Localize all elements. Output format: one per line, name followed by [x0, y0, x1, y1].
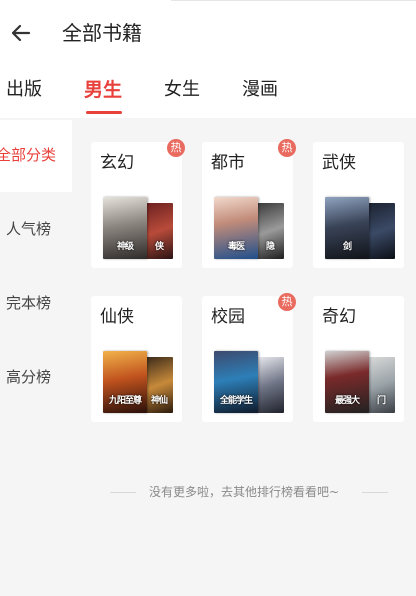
sidebar-item-all-categories[interactable]: 全部分类: [0, 120, 72, 192]
category-card-qihuan[interactable]: 奇幻 门 最强大: [313, 296, 404, 422]
book-cover: 隐: [256, 203, 284, 259]
book-cover: [256, 357, 284, 413]
cover-stack: 侠 神级: [103, 197, 173, 259]
sidebar-item-label: 高分榜: [6, 368, 52, 386]
book-cover: 神仙: [145, 357, 173, 413]
sidebar: 全部分类 人气榜 完本榜 高分榜: [0, 118, 72, 596]
category-name: 都市: [211, 153, 245, 173]
book-cover: 最强大: [325, 351, 369, 413]
hot-badge: 热: [278, 139, 296, 157]
tab-female[interactable]: 女生: [164, 77, 200, 103]
top-divider: [171, 0, 416, 1]
tab-active-indicator: [86, 111, 122, 114]
footer-divider-right: [362, 492, 388, 493]
tab-publish[interactable]: 出版: [6, 77, 42, 103]
book-cover: 门: [367, 357, 395, 413]
tab-comic[interactable]: 漫画: [242, 77, 278, 103]
sidebar-item-completed[interactable]: 完本榜: [0, 268, 72, 340]
book-cover: 神级: [103, 197, 147, 259]
hot-badge: 热: [167, 139, 185, 157]
cover-stack: 隐 毒医: [214, 197, 284, 259]
category-name: 校园: [211, 307, 245, 327]
category-card-xuanhuan[interactable]: 玄幻 热 侠 神级: [91, 139, 185, 268]
book-cover: 毒医: [214, 197, 258, 259]
hot-badge: 热: [278, 293, 296, 311]
category-name: 玄幻: [100, 153, 134, 173]
category-card-dushi[interactable]: 都市 热 隐 毒医: [202, 139, 296, 268]
tab-male[interactable]: 男生: [84, 77, 122, 103]
book-cover: [367, 203, 395, 259]
tab-bar: 出版 男生 女生 漫画: [0, 66, 416, 118]
category-card-wuxia[interactable]: 武侠 剑: [313, 142, 404, 268]
category-name: 武侠: [322, 153, 356, 173]
sidebar-item-popular[interactable]: 人气榜: [0, 194, 72, 266]
category-card-xianxia[interactable]: 仙侠 神仙 九阳至尊: [91, 296, 182, 422]
category-name: 奇幻: [322, 307, 356, 327]
cover-stack: 全能学生: [214, 351, 284, 413]
book-cover: 剑: [325, 197, 369, 259]
sidebar-item-label: 完本榜: [6, 294, 52, 312]
page-title: 全部书籍: [62, 21, 142, 45]
arrow-left-icon: [11, 24, 31, 42]
sidebar-item-label: 全部分类: [0, 146, 57, 164]
header-bar: 全部书籍: [0, 0, 416, 66]
category-grid: 玄幻 热 侠 神级 都市 热 隐 毒医 武侠 剑 仙侠 神仙 九阳至尊 校园 热: [72, 118, 416, 596]
cover-stack: 剑: [325, 197, 395, 259]
cover-stack: 神仙 九阳至尊: [103, 351, 173, 413]
book-cover: 九阳至尊: [103, 351, 147, 413]
back-button[interactable]: [6, 18, 36, 48]
category-card-xiaoyuan[interactable]: 校园 热 全能学生: [202, 293, 296, 422]
book-cover: 侠: [145, 203, 173, 259]
book-cover: 全能学生: [214, 351, 258, 413]
category-name: 仙侠: [100, 307, 134, 327]
sidebar-item-label: 人气榜: [6, 220, 52, 238]
cover-stack: 门 最强大: [325, 351, 395, 413]
sidebar-item-high-score[interactable]: 高分榜: [0, 342, 72, 414]
